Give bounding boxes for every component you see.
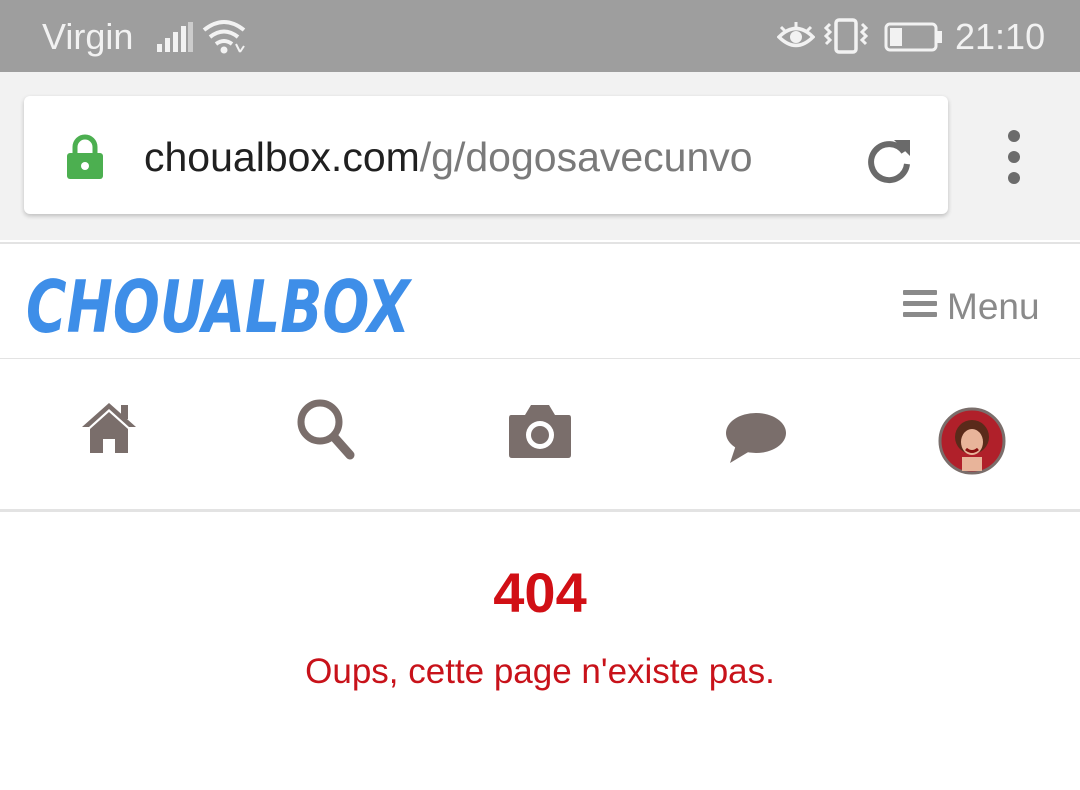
- eye-icon: [776, 22, 816, 57]
- site-header: CHOUALBOX Menu: [0, 242, 1080, 361]
- home-icon[interactable]: [80, 399, 138, 460]
- status-bar: Virgin 21:10: [0, 0, 1080, 72]
- url-path: /g/dogosavecunvo: [419, 134, 753, 180]
- svg-text:CHOUALBOX: CHOUALBOX: [26, 265, 413, 344]
- reload-icon[interactable]: [864, 134, 914, 189]
- comment-icon[interactable]: [724, 411, 788, 470]
- search-icon[interactable]: [294, 395, 356, 470]
- vibrate-icon: [823, 18, 869, 59]
- signal-icon: [157, 22, 193, 57]
- error-message: Oups, cette page n'existe pas.: [305, 652, 775, 691]
- clock: 21:10: [955, 16, 1046, 57]
- url-text[interactable]: choualbox.com/g/dogosavecunvo: [144, 132, 834, 182]
- menu-label: Menu: [947, 286, 1040, 327]
- url-host: choualbox.com: [144, 134, 420, 180]
- hamburger-icon: [903, 290, 937, 318]
- wifi-icon: [202, 18, 246, 59]
- camera-icon[interactable]: [507, 401, 573, 464]
- avatar[interactable]: [938, 407, 1006, 480]
- error-code: 404: [493, 561, 587, 624]
- lock-icon[interactable]: [66, 134, 104, 185]
- icon-nav: [0, 359, 1080, 512]
- carrier-label: Virgin: [42, 16, 134, 57]
- more-options-icon[interactable]: [994, 130, 1034, 190]
- site-logo[interactable]: CHOUALBOX: [24, 262, 414, 349]
- browser-toolbar: choualbox.com/g/dogosavecunvo: [0, 72, 1080, 240]
- address-bar[interactable]: choualbox.com/g/dogosavecunvo: [24, 96, 948, 214]
- battery-icon: [884, 22, 944, 57]
